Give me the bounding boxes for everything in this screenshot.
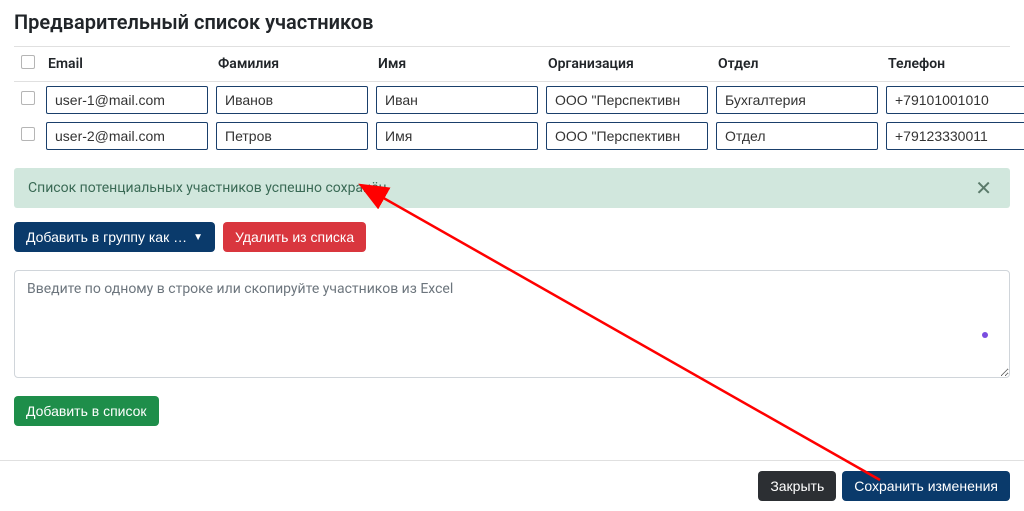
phone-field[interactable] <box>886 86 1024 114</box>
email-field[interactable] <box>46 86 208 114</box>
phone-field[interactable] <box>886 122 1024 150</box>
bulk-input-textarea[interactable] <box>14 270 1010 378</box>
th-email: Email <box>42 47 212 82</box>
success-alert: Список потенциальных участников успешно … <box>14 168 1010 208</box>
dept-field[interactable] <box>716 86 878 114</box>
firstname-field[interactable] <box>376 122 538 150</box>
table-header-row: Email Фамилия Имя Организация Отдел Теле… <box>14 47 1024 82</box>
org-field[interactable] <box>546 122 708 150</box>
save-label: Сохранить изменения <box>854 478 998 494</box>
add-to-group-dropdown[interactable]: Добавить в группу как … ▼ <box>14 222 215 252</box>
th-phone: Телефон <box>882 47 1024 82</box>
th-org: Организация <box>542 47 712 82</box>
alert-text: Список потенциальных участников успешно … <box>28 180 387 196</box>
page-title: Предварительный список участников <box>14 10 1010 34</box>
participants-table: Email Фамилия Имя Организация Отдел Теле… <box>14 46 1010 154</box>
table-row <box>14 118 1024 154</box>
modal-footer: Закрыть Сохранить изменения <box>0 460 1024 511</box>
firstname-field[interactable] <box>376 86 538 114</box>
chevron-down-icon: ▼ <box>193 232 203 243</box>
add-to-group-label: Добавить в группу как … <box>26 229 187 245</box>
row-checkbox[interactable] <box>21 127 35 141</box>
lastname-field[interactable] <box>216 86 368 114</box>
lastname-field[interactable] <box>216 122 368 150</box>
org-field[interactable] <box>546 86 708 114</box>
row-checkbox[interactable] <box>21 91 35 105</box>
decorative-dot <box>982 332 988 338</box>
th-firstname: Имя <box>372 47 542 82</box>
add-to-list-label: Добавить в список <box>26 403 147 419</box>
remove-label: Удалить из списка <box>235 229 354 245</box>
add-to-list-button[interactable]: Добавить в список <box>14 396 159 426</box>
th-dept: Отдел <box>712 47 882 82</box>
select-all-checkbox[interactable] <box>21 55 35 69</box>
close-icon[interactable]: ✕ <box>971 178 996 198</box>
close-label: Закрыть <box>770 478 824 494</box>
email-field[interactable] <box>46 122 208 150</box>
save-button[interactable]: Сохранить изменения <box>842 471 1010 501</box>
table-row <box>14 82 1024 119</box>
remove-from-list-button[interactable]: Удалить из списка <box>223 222 366 252</box>
th-lastname: Фамилия <box>212 47 372 82</box>
dept-field[interactable] <box>716 122 878 150</box>
close-button[interactable]: Закрыть <box>758 471 836 501</box>
